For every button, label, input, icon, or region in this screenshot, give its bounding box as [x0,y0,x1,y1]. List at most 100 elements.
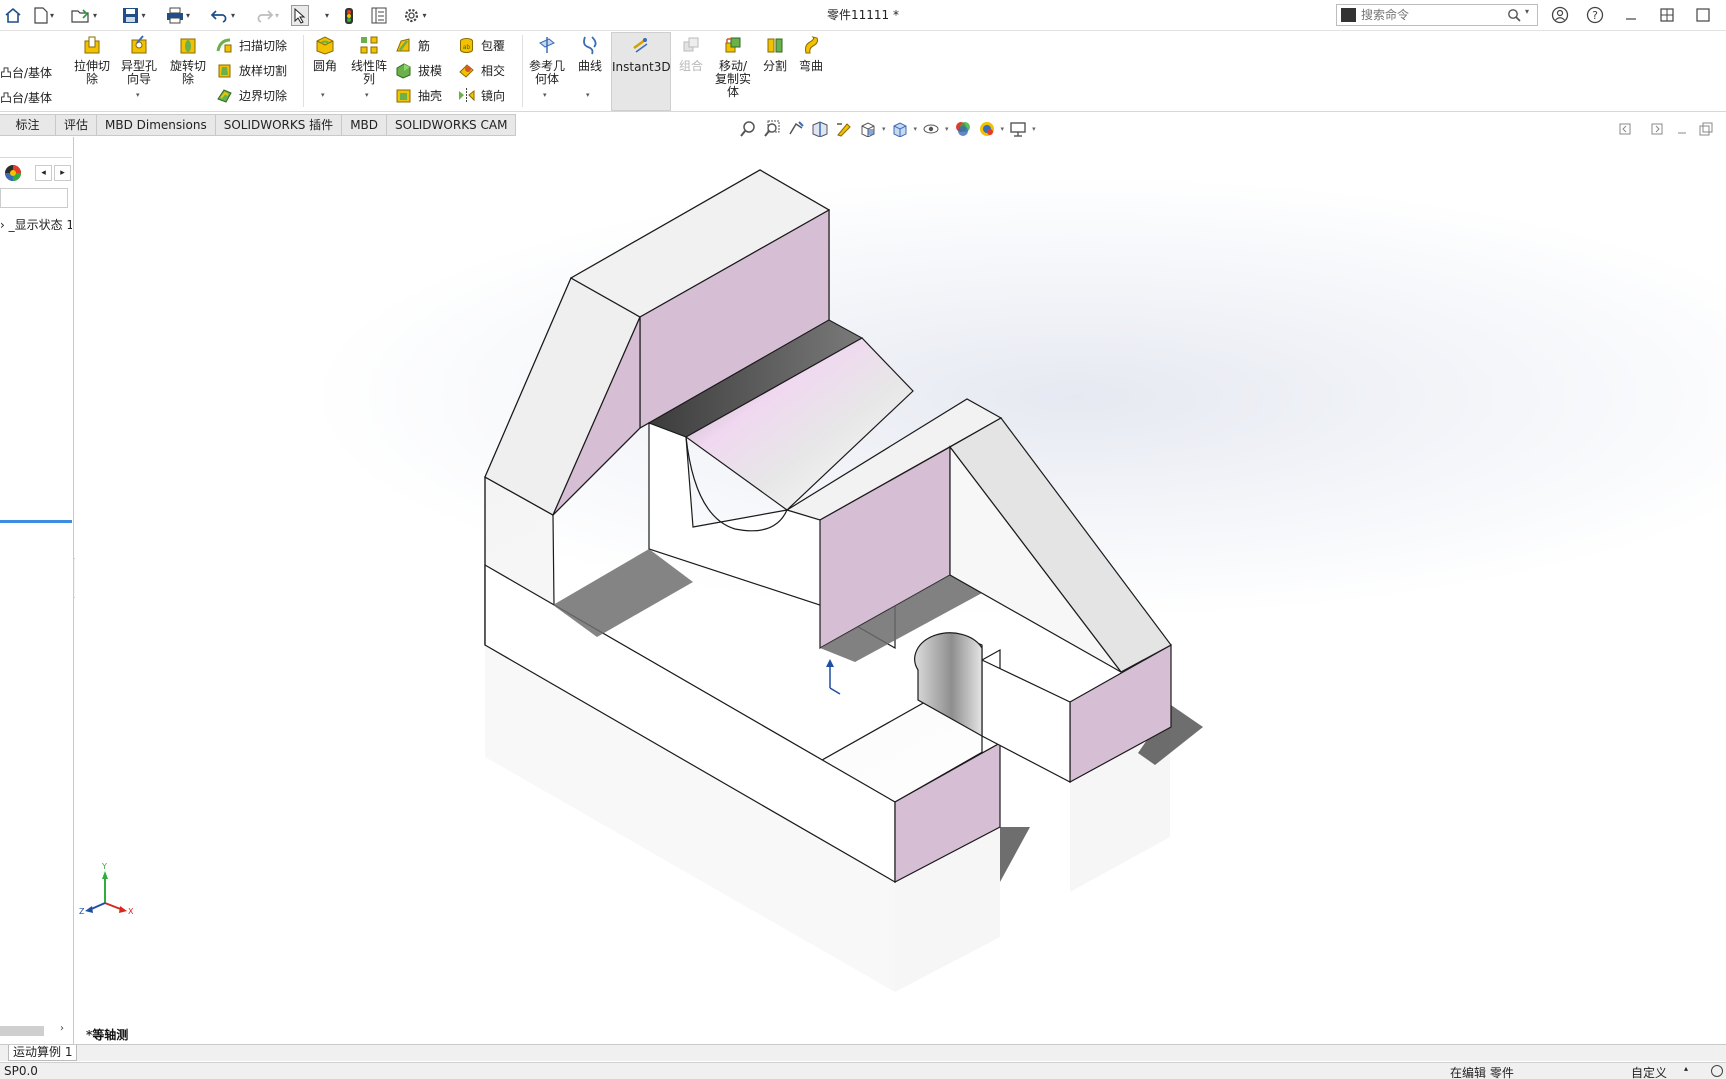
home-icon[interactable] [2,5,24,26]
flex-label: 弯曲 [798,59,823,73]
curves-label: 曲线 [577,59,602,73]
intersect-icon [459,63,474,78]
rib-icon [396,37,410,51]
panel-scroll-left-arrow[interactable]: ◂ [35,165,52,181]
flex-button[interactable]: 弯曲 [796,35,826,73]
fillet-dropdown[interactable]: ▾ [321,89,325,102]
fillet-button[interactable]: 圆角 ▾ [308,35,342,99]
split-button[interactable]: 分割 [760,35,790,73]
minimize-window-icon[interactable] [1618,5,1644,25]
swept-cut-button[interactable]: 扫描切除 [216,35,287,55]
collapse-left-panel-icon[interactable] [1617,121,1633,137]
save-button[interactable]: ▾ [117,5,151,26]
split-label: 分割 [762,59,787,73]
search-input[interactable] [1361,7,1501,23]
panel-horizontal-scrollbar[interactable]: › [0,1023,72,1037]
draft-button[interactable]: 拔模 [395,60,442,80]
extrude-cut-button[interactable]: 拉伸切 除 [71,35,113,86]
select-cursor-button[interactable] [291,5,309,26]
tab-mbd[interactable]: MBD [342,114,388,136]
view-orientation-dropdown[interactable]: ▾ [882,125,886,133]
reference-geometry-dropdown[interactable]: ▾ [543,89,547,102]
intersect-button[interactable]: 相交 [458,60,505,80]
tab-solidworks-addins[interactable]: SOLIDWORKS 插件 [215,114,343,136]
title-bar: ▾ ▾ ▾ ▾ ▾ ▾ ▾ ▾ 零件11111 * 搜索命令 ▾ ? [0,0,1726,31]
boss-base-item-1[interactable]: 凸台/基体 [0,64,52,81]
revolve-cut-button[interactable]: 旋转切 除 [167,35,209,86]
hide-show-dropdown[interactable]: ▾ [945,125,949,133]
curves-dropdown[interactable]: ▾ [586,89,590,102]
search-icon[interactable] [1507,8,1521,25]
instant3d-label: Instant3D [612,60,671,74]
linear-pattern-dropdown[interactable]: ▾ [365,89,369,102]
tab-markup[interactable]: 标注 [0,114,56,136]
mirror-button[interactable]: 镜向 [458,85,505,105]
status-units-text[interactable]: 自定义 [1631,1064,1667,1079]
status-units-dropdown[interactable]: ▴ [1684,1064,1688,1073]
linear-pattern-icon [360,36,378,54]
collapse-right-panel-icon[interactable] [1649,121,1665,137]
scroll-right-arrow[interactable]: › [60,1023,64,1034]
graphics-area[interactable]: Y X Z [75,137,1726,1045]
hole-wizard-icon [131,35,147,54]
tile-window-icon[interactable] [1654,5,1680,25]
reference-geometry-label-2: 何体 [534,72,559,86]
user-account-icon[interactable] [1547,5,1573,25]
display-state-item[interactable]: › _显示状态 1: [0,216,72,233]
lofted-cut-icon [218,64,231,77]
display-style-dropdown[interactable]: ▾ [914,125,918,133]
viewport-minimize-icon[interactable] [1674,121,1690,137]
instant3d-toggle[interactable]: Instant3D [611,32,671,111]
panel-scroll-right-arrow[interactable]: ▸ [54,165,71,181]
viewport-restore-icon[interactable] [1698,121,1714,137]
shell-button[interactable]: 抽壳 [395,85,442,105]
reference-geometry-button[interactable]: 参考几 何体 ▾ [526,35,568,99]
search-commands-box[interactable]: ▾ [1336,4,1538,26]
boundary-cut-button[interactable]: 边界切除 [216,85,287,105]
tab-evaluate[interactable]: 评估 [56,114,98,136]
select-dropdown-arrow[interactable]: ▾ [320,5,332,26]
wrap-button[interactable]: ab 包覆 [458,35,505,55]
search-dropdown-arrow[interactable]: ▾ [1525,7,1529,16]
intersect-label: 相交 [481,63,506,78]
motion-study-tabs: 运动算例 1 [0,1044,1726,1061]
options-gear-icon[interactable]: ▾ [398,5,432,26]
help-icon[interactable]: ? [1582,5,1608,25]
linear-pattern-button[interactable]: 线性阵 列 ▾ [348,35,390,99]
motion-study-tab[interactable]: 运动算例 1 [8,1045,78,1061]
move-copy-bodies-button[interactable]: 移动/ 复制实 体 [711,35,755,99]
open-folder-button[interactable]: ▾ [66,5,102,26]
status-comment-icon[interactable] [1710,1064,1724,1079]
svg-text:ab: ab [463,44,471,51]
new-document-button[interactable]: ▾ [28,5,60,26]
apply-scene-dropdown[interactable]: ▾ [1001,125,1005,133]
print-button[interactable]: ▾ [161,5,195,26]
panel-tab-row: ◂ ▸ [0,162,72,184]
maximize-window-icon[interactable] [1690,5,1716,25]
command-manager-ribbon: 凸台/基体 凸台/基体 拉伸切 除 异型孔 向导 ▾ 旋转切 除 扫描切除 放样 [0,31,1726,112]
rib-label: 筋 [418,38,431,53]
file-properties-icon[interactable] [368,5,390,26]
view-settings-dropdown[interactable]: ▾ [1032,125,1036,133]
rebuild-traffic-light-icon[interactable] [339,5,359,26]
hole-wizard-dropdown[interactable]: ▾ [136,89,140,102]
swept-cut-icon [216,38,232,52]
boss-base-item-2[interactable]: 凸台/基体 [0,89,52,106]
hole-wizard-button[interactable]: 异型孔 向导 ▾ [118,35,160,99]
scrollbar-thumb[interactable] [0,1026,44,1036]
draft-label: 拔模 [418,63,443,78]
tab-solidworks-cam[interactable]: SOLIDWORKS CAM [387,114,517,136]
curves-button[interactable]: 曲线 ▾ [574,35,606,99]
redo-button[interactable]: ▾ [249,5,285,26]
panel-filter-field[interactable] [0,188,68,208]
combine-button[interactable]: 组合 [676,35,706,73]
tab-mbd-dimensions[interactable]: MBD Dimensions [97,114,216,136]
instant3d-icon [633,38,648,53]
panel-splitter-bar[interactable] [0,520,72,523]
part-model[interactable]: Y X Z [75,137,1726,1045]
lofted-cut-button[interactable]: 放样切割 [216,60,287,80]
undo-button[interactable]: ▾ [205,5,241,26]
display-manager-icon[interactable] [4,164,22,185]
feature-manager-panel: ◂ ▸ › _显示状态 1: ‹ › [0,137,81,1045]
rib-button[interactable]: 筋 [395,35,430,55]
